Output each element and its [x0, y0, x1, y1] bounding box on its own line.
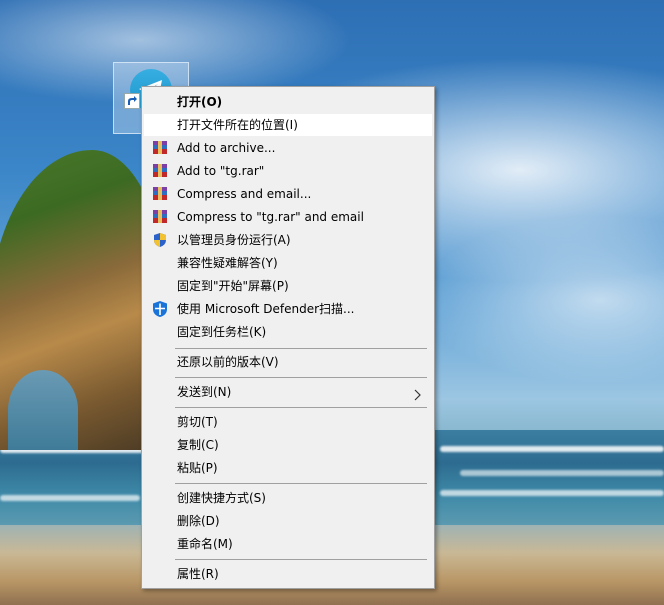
- menu-item-label: 还原以前的版本(V): [177, 355, 279, 369]
- menu-item-label: 删除(D): [177, 514, 220, 528]
- menu-item-label: 复制(C): [177, 438, 219, 452]
- menu-item-label: Add to "tg.rar": [177, 164, 265, 178]
- menu-item-compress-and-email[interactable]: Compress and email...: [144, 183, 432, 205]
- wallpaper-wave: [440, 490, 664, 496]
- shortcut-arrow-icon: [124, 93, 140, 109]
- winrar-icon: [152, 209, 168, 225]
- menu-item-send-to[interactable]: 发送到(N): [144, 381, 432, 403]
- menu-item-label: 兼容性疑难解答(Y): [177, 256, 278, 270]
- menu-item-label: 以管理员身份运行(A): [177, 233, 291, 247]
- menu-item-label: Compress and email...: [177, 187, 312, 201]
- menu-item-paste[interactable]: 粘贴(P): [144, 457, 432, 479]
- menu-item-compatibility-troubleshoot[interactable]: 兼容性疑难解答(Y): [144, 252, 432, 274]
- menu-item-compress-to-tg-rar-and-email[interactable]: Compress to "tg.rar" and email: [144, 206, 432, 228]
- menu-separator: [175, 377, 427, 378]
- menu-item-cut[interactable]: 剪切(T): [144, 411, 432, 433]
- wallpaper-wave: [460, 470, 664, 476]
- menu-item-open-file-location[interactable]: 打开文件所在的位置(I): [144, 114, 432, 136]
- menu-item-label: Compress to "tg.rar" and email: [177, 210, 364, 224]
- winrar-icon: [152, 140, 168, 156]
- menu-separator: [175, 559, 427, 560]
- menu-item-label: 打开(O): [177, 95, 223, 109]
- winrar-icon: [152, 186, 168, 202]
- menu-item-copy[interactable]: 复制(C): [144, 434, 432, 456]
- wallpaper-wave: [0, 495, 140, 501]
- menu-item-label: 使用 Microsoft Defender扫描...: [177, 302, 355, 316]
- menu-item-label: 属性(R): [177, 567, 219, 581]
- menu-item-rename[interactable]: 重命名(M): [144, 533, 432, 555]
- defender-icon: [152, 301, 168, 317]
- uac-shield-icon: [152, 232, 168, 248]
- winrar-icon: [152, 163, 168, 179]
- menu-separator: [175, 407, 427, 408]
- menu-item-defender-scan[interactable]: 使用 Microsoft Defender扫描...: [144, 298, 432, 320]
- menu-item-add-to-archive[interactable]: Add to archive...: [144, 137, 432, 159]
- menu-item-label: 剪切(T): [177, 415, 218, 429]
- menu-item-open[interactable]: 打开(O): [144, 91, 432, 113]
- menu-separator: [175, 348, 427, 349]
- menu-item-label: 创建快捷方式(S): [177, 491, 266, 505]
- menu-item-label: 粘贴(P): [177, 461, 218, 475]
- menu-separator: [175, 483, 427, 484]
- menu-item-label: 固定到任务栏(K): [177, 325, 267, 339]
- menu-item-restore-previous-versions[interactable]: 还原以前的版本(V): [144, 351, 432, 373]
- wallpaper-rock-arch: [8, 370, 78, 450]
- menu-item-delete[interactable]: 删除(D): [144, 510, 432, 532]
- menu-item-label: 打开文件所在的位置(I): [177, 118, 298, 132]
- menu-item-create-shortcut[interactable]: 创建快捷方式(S): [144, 487, 432, 509]
- menu-item-label: 重命名(M): [177, 537, 233, 551]
- menu-item-properties[interactable]: 属性(R): [144, 563, 432, 585]
- menu-item-run-as-administrator[interactable]: 以管理员身份运行(A): [144, 229, 432, 251]
- menu-item-pin-to-start[interactable]: 固定到"开始"屏幕(P): [144, 275, 432, 297]
- menu-item-label: Add to archive...: [177, 141, 276, 155]
- chevron-right-icon: [414, 386, 422, 401]
- menu-item-add-to-tg-rar[interactable]: Add to "tg.rar": [144, 160, 432, 182]
- menu-item-pin-to-taskbar[interactable]: 固定到任务栏(K): [144, 321, 432, 343]
- wallpaper-wave: [440, 446, 664, 452]
- context-menu: 打开(O) 打开文件所在的位置(I) Add to archive... Add…: [141, 86, 435, 589]
- menu-item-label: 发送到(N): [177, 385, 232, 399]
- menu-item-label: 固定到"开始"屏幕(P): [177, 279, 289, 293]
